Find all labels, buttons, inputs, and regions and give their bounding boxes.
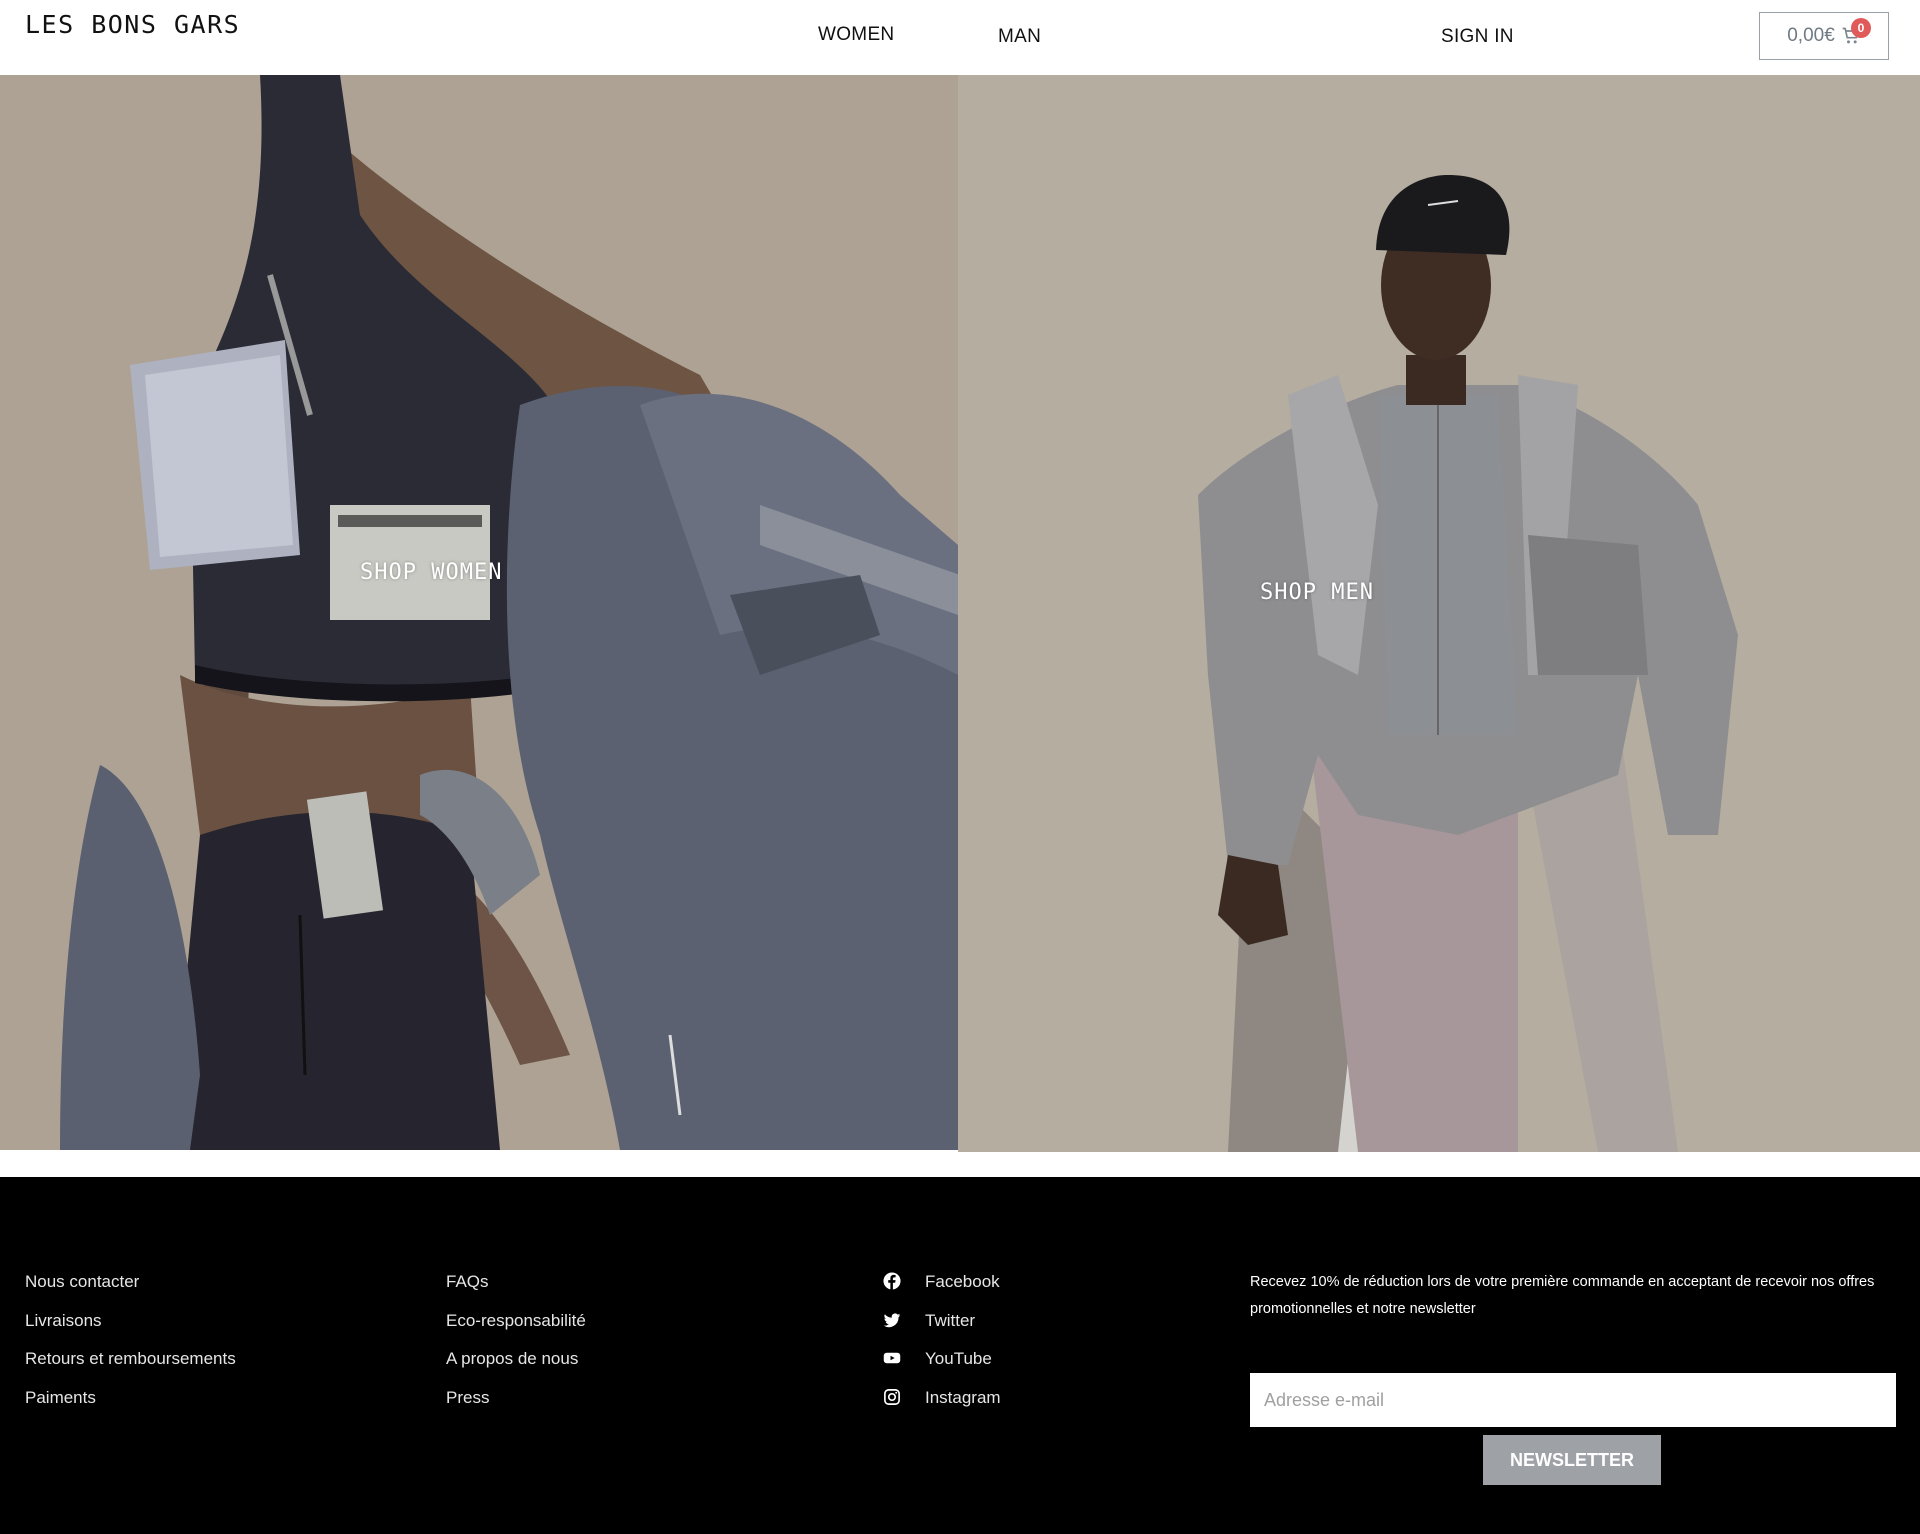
youtube-icon <box>883 1349 901 1367</box>
nav-women[interactable]: WOMEN <box>818 24 894 46</box>
cart-amount: 0,00€ <box>1787 25 1835 46</box>
twitter-icon <box>883 1311 901 1329</box>
social-twitter-link[interactable]: Twitter <box>883 1311 1001 1350</box>
men-hero-image <box>958 75 1920 1152</box>
footer-link-contact[interactable]: Nous contacter <box>25 1272 236 1311</box>
facebook-icon <box>883 1272 901 1290</box>
newsletter-email-input[interactable] <box>1250 1373 1896 1427</box>
social-instagram-label: Instagram <box>925 1387 1001 1407</box>
footer-social-links: Facebook Twitter YouTube Instagram <box>883 1272 1001 1426</box>
footer-link-faqs[interactable]: FAQs <box>446 1272 586 1311</box>
newsletter-description: Recevez 10% de réduction lors de votre p… <box>1250 1274 1875 1317</box>
site-header: LES BONS GARS WOMEN MAN SIGN IN 0,00€ 0 <box>0 0 1920 75</box>
sign-in-link[interactable]: SIGN IN <box>1441 26 1514 48</box>
cart-count-badge: 0 <box>1851 18 1871 38</box>
women-hero-image <box>0 75 958 1150</box>
footer-links-about: FAQs Eco-responsabilité A propos de nous… <box>446 1272 586 1426</box>
social-facebook-link[interactable]: Facebook <box>883 1272 1001 1311</box>
footer-link-press[interactable]: Press <box>446 1388 586 1427</box>
site-logo[interactable]: LES BONS GARS <box>25 10 240 39</box>
cart-button[interactable]: 0,00€ <box>1759 12 1889 60</box>
nav-man[interactable]: MAN <box>998 26 1041 48</box>
footer-link-delivery[interactable]: Livraisons <box>25 1311 236 1350</box>
footer-link-eco[interactable]: Eco-responsabilité <box>446 1311 586 1350</box>
footer-link-payments[interactable]: Paiments <box>25 1388 236 1427</box>
footer-links-help: Nous contacter Livraisons Retours et rem… <box>25 1272 236 1426</box>
shop-women-link[interactable]: SHOP WOMEN <box>360 560 502 585</box>
newsletter-subscribe-button[interactable]: NEWSLETTER <box>1483 1435 1661 1485</box>
shop-men-panel[interactable]: SHOP MEN <box>958 75 1920 1152</box>
instagram-icon <box>883 1388 901 1406</box>
social-youtube-label: YouTube <box>925 1349 992 1368</box>
shop-women-panel[interactable]: SHOP WOMEN <box>0 75 958 1150</box>
shop-men-link[interactable]: SHOP MEN <box>1260 580 1374 605</box>
social-facebook-label: Facebook <box>925 1272 1000 1291</box>
social-twitter-label: Twitter <box>925 1310 976 1330</box>
social-youtube-link[interactable]: YouTube <box>883 1349 1001 1388</box>
site-footer: Nous contacter Livraisons Retours et rem… <box>0 1177 1920 1534</box>
footer-link-returns[interactable]: Retours et remboursements <box>25 1349 236 1388</box>
footer-link-about[interactable]: A propos de nous <box>446 1349 586 1388</box>
social-instagram-link[interactable]: Instagram <box>883 1388 1001 1427</box>
